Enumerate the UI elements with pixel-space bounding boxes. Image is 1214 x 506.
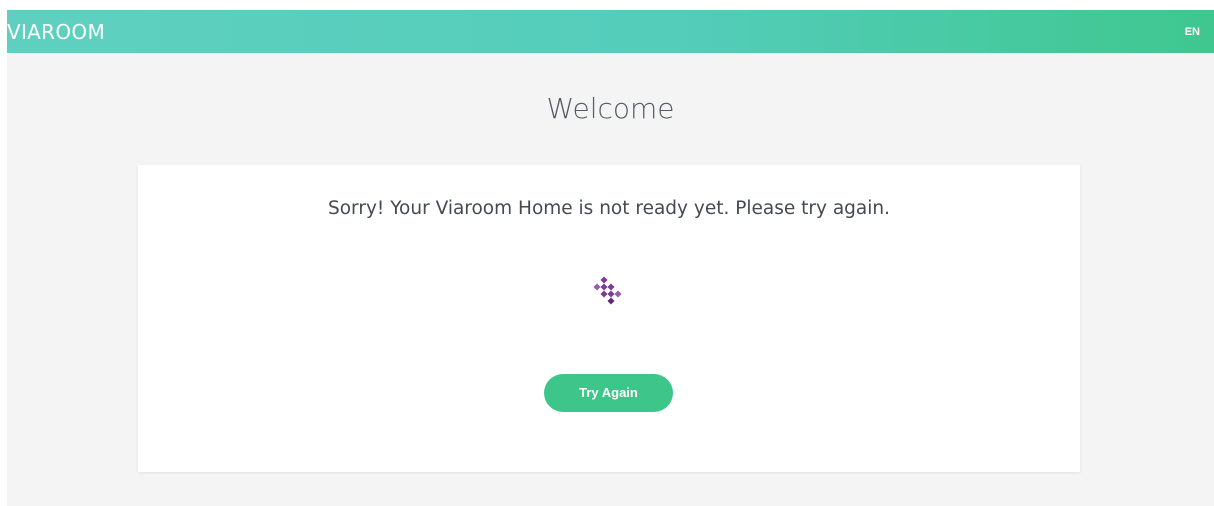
- diamond-grid-loader-icon: [593, 276, 622, 305]
- page-title: Welcome: [546, 92, 675, 125]
- loader-diamond: [607, 297, 615, 305]
- loader-diamond: [607, 290, 615, 298]
- status-card: Sorry! Your Viaroom Home is not ready ye…: [138, 165, 1080, 472]
- loader-diamond: [614, 290, 622, 298]
- top-bar: VIAROOM EN: [7, 10, 1214, 53]
- loader-diamond: [593, 283, 601, 291]
- app-frame: VIAROOM EN Welcome Sorry! Your Viaroom H…: [7, 10, 1214, 506]
- loader-diamond: [600, 283, 608, 291]
- brand-logo[interactable]: VIAROOM: [7, 20, 105, 44]
- loader-diamond: [600, 276, 608, 284]
- language-selector[interactable]: EN: [1185, 25, 1200, 39]
- loader-diamond: [607, 283, 615, 291]
- try-again-button[interactable]: Try Again: [544, 374, 673, 412]
- status-message: Sorry! Your Viaroom Home is not ready ye…: [328, 198, 890, 219]
- loader-diamond: [600, 290, 608, 298]
